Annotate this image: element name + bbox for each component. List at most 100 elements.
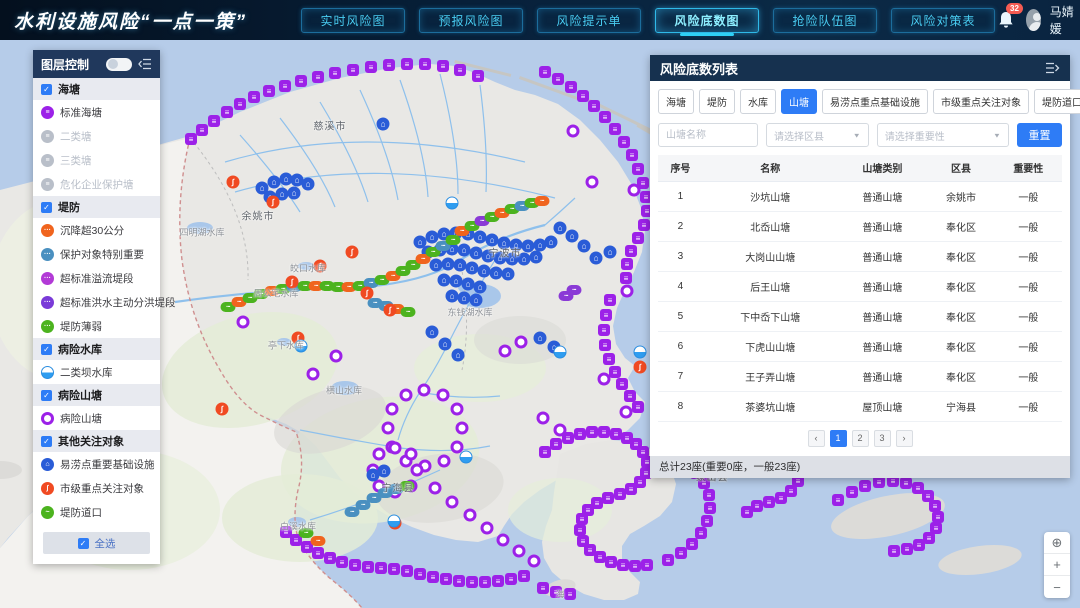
flood-point-marker[interactable]: ⌂ <box>462 278 475 291</box>
section-checkbox[interactable]: ✓ <box>41 344 52 355</box>
importance-select[interactable]: 请选择重要性 ▼ <box>877 123 1009 147</box>
flood-point-marker[interactable]: ⌂ <box>566 230 579 243</box>
seawall-marker[interactable]: ≡ <box>263 85 275 97</box>
sick-pond-marker[interactable] <box>373 448 386 461</box>
seawall-marker[interactable]: ≡ <box>185 133 197 145</box>
tab-海塘[interactable]: 海塘 <box>658 89 694 114</box>
sick-pond-marker[interactable] <box>456 422 469 435</box>
seawall-marker[interactable]: ≡ <box>662 554 674 566</box>
sick-pond-marker[interactable] <box>237 316 250 329</box>
sick-pond-marker[interactable] <box>554 424 567 437</box>
seawall-marker[interactable]: ≡ <box>632 232 644 244</box>
panel-collapse-icon[interactable] <box>138 57 152 71</box>
seawall-marker[interactable]: ≡ <box>518 570 530 582</box>
flood-point-marker[interactable]: ⌂ <box>545 236 558 249</box>
seawall-marker[interactable]: ≡ <box>598 426 610 438</box>
seawall-marker[interactable]: ≡ <box>401 58 413 70</box>
flood-point-marker[interactable]: ⌂ <box>430 259 443 272</box>
seawall-marker[interactable]: ≡ <box>414 568 426 580</box>
flood-point-marker[interactable]: ⌂ <box>474 231 487 244</box>
key-object-marker[interactable]: ∫ <box>314 260 327 273</box>
key-object-marker[interactable]: ∫ <box>227 176 240 189</box>
seawall-marker[interactable]: ≡ <box>574 428 586 440</box>
seawall-marker[interactable]: ≡ <box>427 571 439 583</box>
seawall-marker[interactable]: ≡ <box>472 70 484 82</box>
page-3[interactable]: 3 <box>874 430 891 447</box>
layer-item[interactable]: ···超标准洪水主动分洪堤段 <box>33 290 160 314</box>
key-object-marker[interactable]: ∫ <box>634 361 647 374</box>
sick-pond-marker[interactable] <box>400 389 413 402</box>
sick-pond-marker[interactable] <box>451 403 464 416</box>
flood-point-marker[interactable]: ⌂ <box>534 332 547 345</box>
layer-item[interactable]: ≡二类塘 <box>33 124 160 148</box>
sick-pond-marker[interactable] <box>621 285 634 298</box>
sick-pond-marker[interactable] <box>537 412 550 425</box>
sick-pond-marker[interactable] <box>515 336 528 349</box>
seawall-marker[interactable]: ≡ <box>626 149 638 161</box>
seawall-marker[interactable]: ≡ <box>741 506 753 518</box>
flood-point-marker[interactable]: ⌂ <box>458 244 471 257</box>
layer-section-header[interactable]: ✓海塘 <box>33 78 160 100</box>
seawall-marker[interactable]: ≡ <box>600 309 612 321</box>
seawall-marker[interactable]: ≡ <box>609 123 621 135</box>
seawall-marker[interactable]: ≡ <box>550 438 562 450</box>
key-object-marker[interactable]: ∫ <box>267 196 280 209</box>
seawall-marker[interactable]: ≡ <box>913 539 925 551</box>
seawall-marker[interactable]: ≡ <box>329 67 341 79</box>
layer-item[interactable]: ∫市级重点关注对象 <box>33 476 160 500</box>
select-all-button[interactable]: ✓ 全选 <box>43 532 150 554</box>
seawall-marker[interactable]: ≡ <box>362 561 374 573</box>
table-row[interactable]: 6下虎山山塘普通山塘奉化区一般 <box>658 331 1062 361</box>
seawall-marker[interactable]: ≡ <box>453 575 465 587</box>
seawall-marker[interactable]: ≡ <box>279 80 291 92</box>
tab-易涝点重点基础设施[interactable]: 易涝点重点基础设施 <box>822 89 928 114</box>
seawall-marker[interactable]: ≡ <box>704 502 716 514</box>
seawall-marker[interactable]: ≡ <box>248 91 260 103</box>
tab-山塘[interactable]: 山塘 <box>781 89 817 114</box>
key-object-marker[interactable]: ∫ <box>216 403 229 416</box>
table-row[interactable]: 8茶婆坑山塘屋顶山塘宁海县一般 <box>658 391 1062 421</box>
seawall-marker[interactable]: ≡ <box>221 106 233 118</box>
seawall-marker[interactable]: ≡ <box>703 489 715 501</box>
zoom-in[interactable]: + <box>1044 554 1070 576</box>
sick-pond-marker[interactable] <box>620 406 633 419</box>
seawall-marker[interactable]: ≡ <box>859 480 871 492</box>
seawall-marker[interactable]: ≡ <box>763 496 775 508</box>
flood-point-marker[interactable]: ⌂ <box>554 222 567 235</box>
seawall-marker[interactable]: ≡ <box>586 426 598 438</box>
avatar[interactable] <box>1026 9 1041 31</box>
seawall-marker[interactable]: ≡ <box>616 378 628 390</box>
flood-point-marker[interactable]: ⌂ <box>478 265 491 278</box>
flood-point-marker[interactable]: ⌂ <box>450 275 463 288</box>
seawall-marker[interactable]: ≡ <box>901 543 913 555</box>
sick-pond-marker[interactable] <box>411 464 424 477</box>
flood-point-marker[interactable]: ⌂ <box>486 234 499 247</box>
tab-市级重点关注对象[interactable]: 市级重点关注对象 <box>933 89 1029 114</box>
key-object-marker[interactable]: ∫ <box>361 287 374 300</box>
seawall-marker[interactable]: ≡ <box>599 111 611 123</box>
class2-dam-marker[interactable] <box>460 451 473 464</box>
flood-point-marker[interactable]: ⌂ <box>518 253 531 266</box>
table-row[interactable]: 7王子弄山塘普通山塘奉化区一般 <box>658 361 1062 391</box>
layer-item[interactable]: 病险山塘 <box>33 406 160 430</box>
key-object-marker[interactable]: ∫ <box>384 304 397 317</box>
tab-水库[interactable]: 水库 <box>740 89 776 114</box>
layer-item[interactable]: ~堤防道口 <box>33 500 160 524</box>
sick-pond-marker[interactable] <box>405 448 418 461</box>
seawall-marker[interactable]: ≡ <box>598 324 610 336</box>
seawall-marker[interactable]: ≡ <box>401 565 413 577</box>
class2-dam-marker[interactable] <box>295 340 308 353</box>
seawall-marker[interactable]: ≡ <box>588 100 600 112</box>
nav-button[interactable]: 预报风险图 <box>419 8 523 33</box>
seawall-marker[interactable]: ≡ <box>846 486 858 498</box>
section-checkbox[interactable]: ✓ <box>41 436 52 447</box>
dike-gate-marker[interactable]: ··· <box>446 235 461 245</box>
table-row[interactable]: 5下中岙下山塘普通山塘奉化区一般 <box>658 301 1062 331</box>
layer-item[interactable]: ···堤防薄弱 <box>33 314 160 338</box>
seawall-marker[interactable]: ≡ <box>900 477 912 489</box>
seawall-marker[interactable]: ≡ <box>552 73 564 85</box>
table-row[interactable]: 1沙坑山塘普通山塘余姚市一般 <box>658 181 1062 211</box>
dike-gate-marker[interactable]: ··· <box>400 481 415 491</box>
reset-button[interactable]: 重置 <box>1017 123 1062 147</box>
seawall-marker[interactable]: ≡ <box>577 90 589 102</box>
